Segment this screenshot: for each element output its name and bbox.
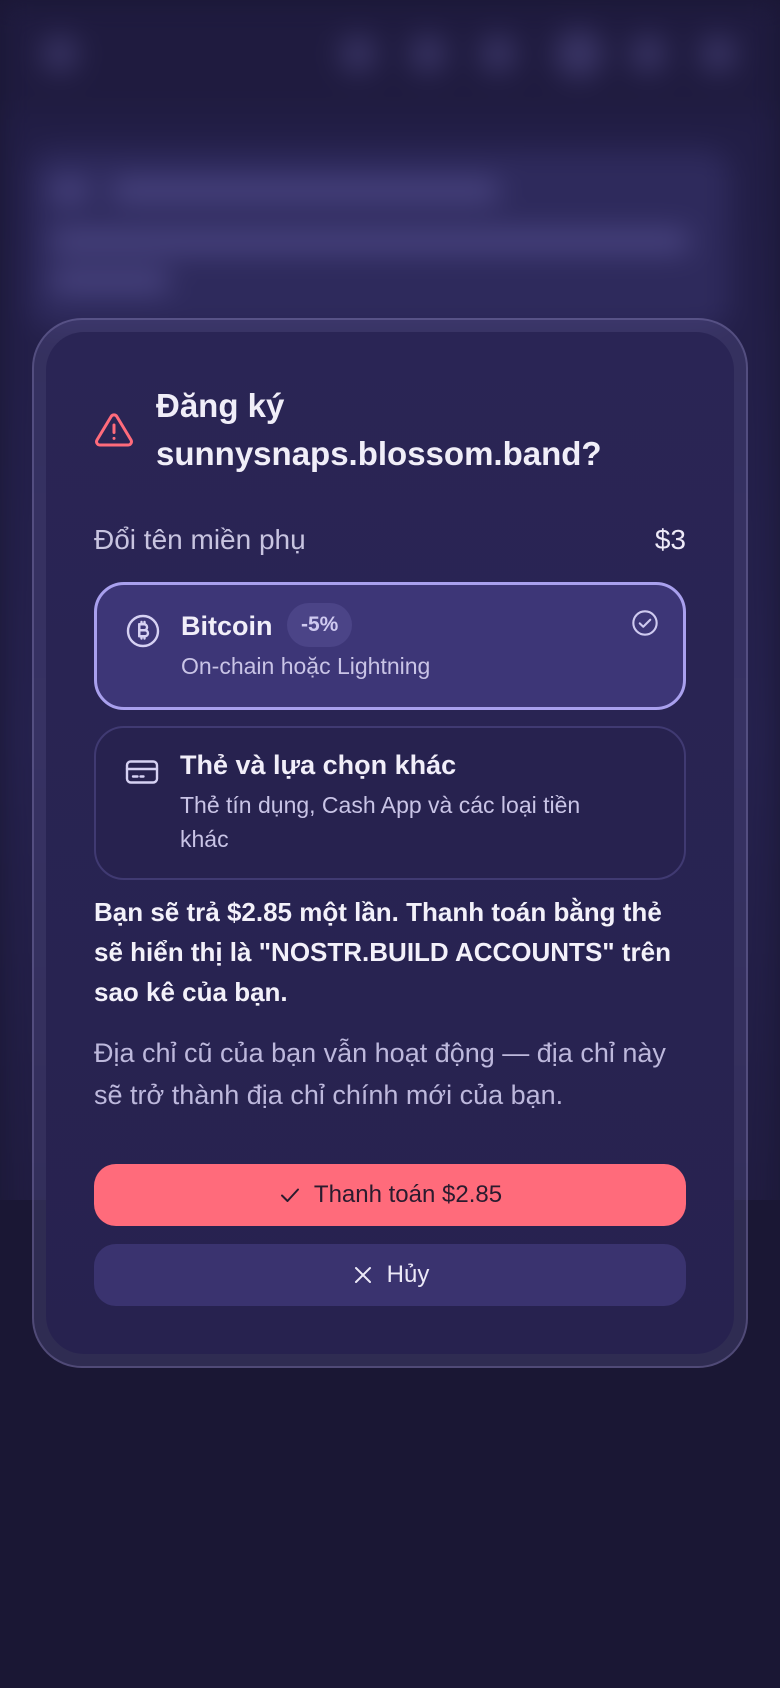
background-icon: [480, 36, 516, 72]
background-icon: [340, 36, 376, 72]
cancel-button[interactable]: Hủy: [94, 1244, 686, 1306]
option-subtitle: On-chain hoặc Lightning: [181, 653, 431, 679]
background-icon: [700, 36, 736, 72]
option-title: Bitcoin: [181, 611, 273, 641]
price-row: Đổi tên miền phụ $3: [94, 524, 686, 556]
option-subtitle: Thẻ tín dụng, Cash App và các loại tiền …: [180, 792, 581, 852]
payment-info: Bạn sẽ trả $2.85 một lần. Thanh toán bằn…: [94, 897, 671, 1007]
background-icon: [410, 36, 446, 72]
discount-badge: -5%: [287, 603, 353, 647]
background-menu-icon: [42, 36, 78, 72]
bitcoin-icon: [126, 614, 160, 648]
option-title: Thẻ và lựa chọn khác: [180, 750, 457, 780]
price-label: Đổi tên miền phụ: [94, 524, 306, 555]
page: Đăng ký sunnysnaps.blossom.band? Đổi tên…: [0, 0, 780, 1688]
background-card: [30, 150, 730, 330]
background-icon: [630, 36, 666, 72]
register-dialog: Đăng ký sunnysnaps.blossom.band? Đổi tên…: [46, 332, 734, 1354]
pay-button-label: Thanh toán $2.85: [313, 1181, 503, 1208]
background-topbar: [0, 0, 780, 110]
background-text-line: [110, 180, 500, 202]
dialog-title: Đăng ký sunnysnaps.blossom.band?: [156, 387, 602, 472]
payment-option-card[interactable]: Thẻ và lựa chọn khác Thẻ tín dụng, Cash …: [94, 726, 686, 880]
pay-button[interactable]: Thanh toán $2.85: [94, 1164, 686, 1226]
background-text-line: [50, 270, 170, 292]
background-avatar: [555, 30, 603, 78]
background-text-line: [50, 230, 690, 252]
close-icon: [354, 1267, 371, 1283]
address-note: Địa chỉ cũ của bạn vẫn hoạt động — địa c…: [94, 1038, 666, 1110]
price-value: $3: [654, 524, 686, 555]
check-icon: [280, 1188, 299, 1202]
payment-option-bitcoin[interactable]: Bitcoin -5% On-chain hoặc Lightning: [94, 582, 686, 710]
cancel-button-label: Hủy: [386, 1261, 430, 1288]
check-circle-icon: [632, 610, 658, 636]
dialog-header: Đăng ký sunnysnaps.blossom.band?: [94, 382, 694, 478]
background-text-line: [50, 180, 90, 202]
warning-icon: [95, 413, 133, 447]
credit-card-icon: [125, 760, 159, 784]
